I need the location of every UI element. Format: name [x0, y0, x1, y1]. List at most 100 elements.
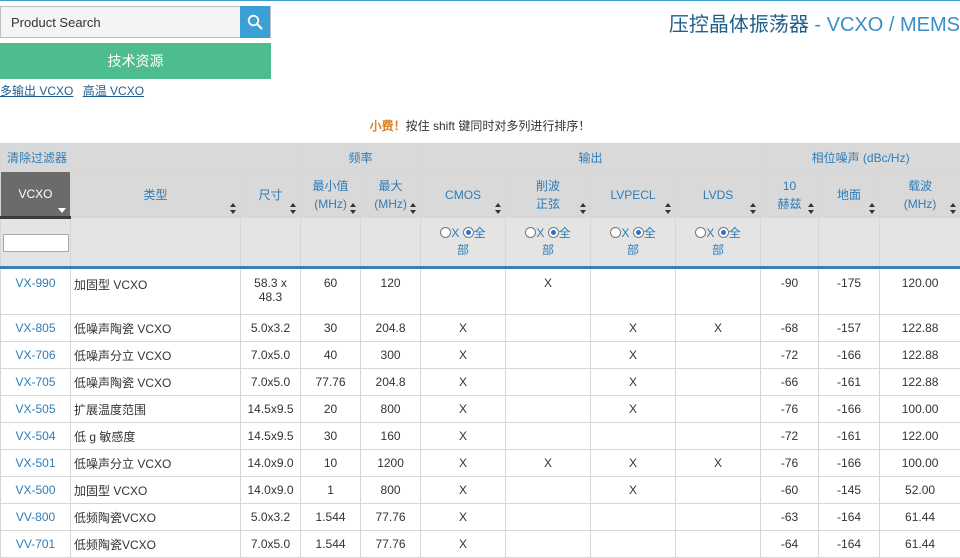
size-line: 7.0x5.0	[250, 537, 291, 551]
floor-cell: -145	[818, 476, 881, 504]
radio-all[interactable]	[717, 227, 729, 238]
carrier-cell: 100.00	[879, 449, 960, 477]
clipped-sine-cell	[505, 422, 592, 450]
type-cell: 加固型 VCXO	[70, 476, 241, 504]
radio-all[interactable]	[547, 227, 559, 238]
sort-icon	[230, 203, 237, 214]
clipped-sine-cell: X	[505, 449, 592, 477]
column-type[interactable]: 类型	[70, 171, 241, 218]
lvpecl-cell: X	[590, 476, 677, 504]
vcxo-filter-input[interactable]	[2, 233, 69, 252]
part-number-cell[interactable]: VV-800	[0, 503, 71, 531]
part-number-cell[interactable]: VV-701	[0, 530, 71, 558]
part-number-cell[interactable]: VX-990	[0, 266, 71, 315]
column-label: 最大	[378, 178, 403, 193]
column-label: 正弦	[536, 196, 561, 211]
column-10hz[interactable]: 10 赫兹	[760, 171, 820, 218]
column-vcxo[interactable]: VCXO	[0, 171, 71, 219]
size-line: 5.0x3.2	[250, 510, 291, 524]
floor-cell: -166	[818, 341, 881, 369]
column-label: 类型	[143, 187, 168, 202]
pn-10hz-cell: -76	[760, 395, 820, 423]
search-button[interactable]	[240, 6, 270, 38]
cmos-cell: X	[420, 341, 507, 369]
column-label-unit: (MHz)	[314, 196, 347, 211]
column-carrier[interactable]: 载波 (MHz)	[879, 171, 960, 218]
size-cell: 14.5x9.5	[239, 395, 302, 423]
min-freq-cell: 20	[300, 395, 362, 423]
part-number-cell[interactable]: VX-705	[0, 368, 71, 396]
part-number-cell[interactable]: VX-805	[0, 314, 71, 342]
tech-resources-button[interactable]: 技术资源	[0, 43, 271, 79]
radio-x[interactable]	[440, 227, 452, 238]
pn-10hz-cell: -72	[760, 341, 820, 369]
carrier-cell: 120.00	[879, 266, 960, 315]
type-cell: 低噪声陶瓷 VCXO	[70, 314, 241, 342]
lvpecl-cell: X	[590, 395, 677, 423]
column-size[interactable]: 尺寸	[239, 171, 302, 218]
part-number-cell[interactable]: VX-501	[0, 449, 71, 477]
max-freq-cell: 204.8	[360, 314, 422, 342]
column-clipped-sine[interactable]: 削波 正弦	[505, 171, 592, 218]
size-cell: 14.5x9.5	[239, 422, 302, 450]
sort-desc-icon	[58, 208, 66, 213]
radio-all[interactable]	[632, 227, 644, 238]
carrier-cell: 122.88	[879, 368, 960, 396]
sort-hint: 小费！按住 shift 键同时对多列进行排序！	[0, 117, 960, 134]
table-row: VX-501 低噪声分立 VCXO 14.0x9.0 10 1200 X X X X -76 -16…	[0, 449, 960, 477]
filter-empty	[360, 217, 422, 268]
column-label-unit: (MHz)	[903, 196, 937, 211]
column-floor[interactable]: 地面	[818, 171, 881, 218]
table-row: VX-990 加固型 VCXO 58.3 x 48.3 60 120 X -90 -175 120…	[0, 266, 960, 315]
clipped-sine-cell	[505, 395, 592, 423]
radio-all[interactable]	[462, 227, 474, 238]
lvds-cell	[675, 530, 762, 558]
hint-text: 按住 shift 键同时对多列进行排序！	[405, 119, 591, 133]
column-lvpecl[interactable]: LVPECL	[590, 171, 677, 218]
part-number-cell[interactable]: VX-500	[0, 476, 71, 504]
max-freq-cell: 800	[360, 476, 422, 504]
part-number-cell[interactable]: VX-706	[0, 341, 71, 369]
radio-all-label: 全	[643, 226, 656, 240]
radio-all-label-cont: 部	[712, 243, 725, 257]
cmos-cell: X	[420, 530, 507, 558]
column-label: 赫兹	[777, 196, 802, 211]
lvpecl-cell	[590, 266, 677, 315]
link-multi-output-vcxo[interactable]: 多输出 VCXO	[0, 84, 73, 98]
filter-empty	[70, 217, 241, 268]
carrier-cell: 122.00	[879, 422, 960, 450]
column-cmos[interactable]: CMOS	[420, 171, 507, 218]
radio-x-label: X	[621, 226, 630, 240]
sort-icon	[495, 203, 502, 214]
column-min-freq[interactable]: 最小值 (MHz)	[300, 171, 362, 218]
floor-cell: -166	[818, 449, 881, 477]
lvpecl-cell: X	[590, 449, 677, 477]
floor-cell: -161	[818, 368, 881, 396]
related-links: 多输出 VCXO 高温 VCXO	[0, 82, 150, 99]
filter-empty	[818, 217, 881, 268]
clear-filters-link[interactable]: 清除过滤器	[0, 143, 302, 172]
max-freq-cell: 160	[360, 422, 422, 450]
clipped-sine-cell	[505, 530, 592, 558]
part-number-cell[interactable]: VX-505	[0, 395, 71, 423]
floor-cell: -161	[818, 422, 881, 450]
size-line: 5.0x3.2	[250, 321, 291, 335]
part-number-cell[interactable]: VX-504	[0, 422, 71, 450]
search-input[interactable]	[1, 7, 241, 37]
link-high-temp-vcxo[interactable]: 高温 VCXO	[83, 84, 144, 98]
column-lvds[interactable]: LVDS	[675, 171, 762, 218]
filter-empty	[300, 217, 362, 268]
column-label: LVPECL	[610, 187, 656, 202]
size-line: 14.5x9.5	[247, 429, 294, 443]
column-max-freq[interactable]: 最大 (MHz)	[360, 171, 422, 218]
table-row: VX-706 低噪声分立 VCXO 7.0x5.0 40 300 X X -72 -166 122…	[0, 341, 960, 369]
sort-icon	[410, 203, 417, 214]
table-row: VX-505 扩展温度范围 14.5x9.5 20 800 X X -76 -166 100.00	[0, 395, 960, 423]
page-title-separator: -	[808, 14, 827, 36]
floor-cell: -164	[818, 503, 881, 531]
radio-x[interactable]	[695, 227, 707, 238]
lvpecl-cell: X	[590, 341, 677, 369]
radio-x[interactable]	[525, 227, 537, 238]
radio-x[interactable]	[610, 227, 622, 238]
cmos-cell: X	[420, 314, 507, 342]
